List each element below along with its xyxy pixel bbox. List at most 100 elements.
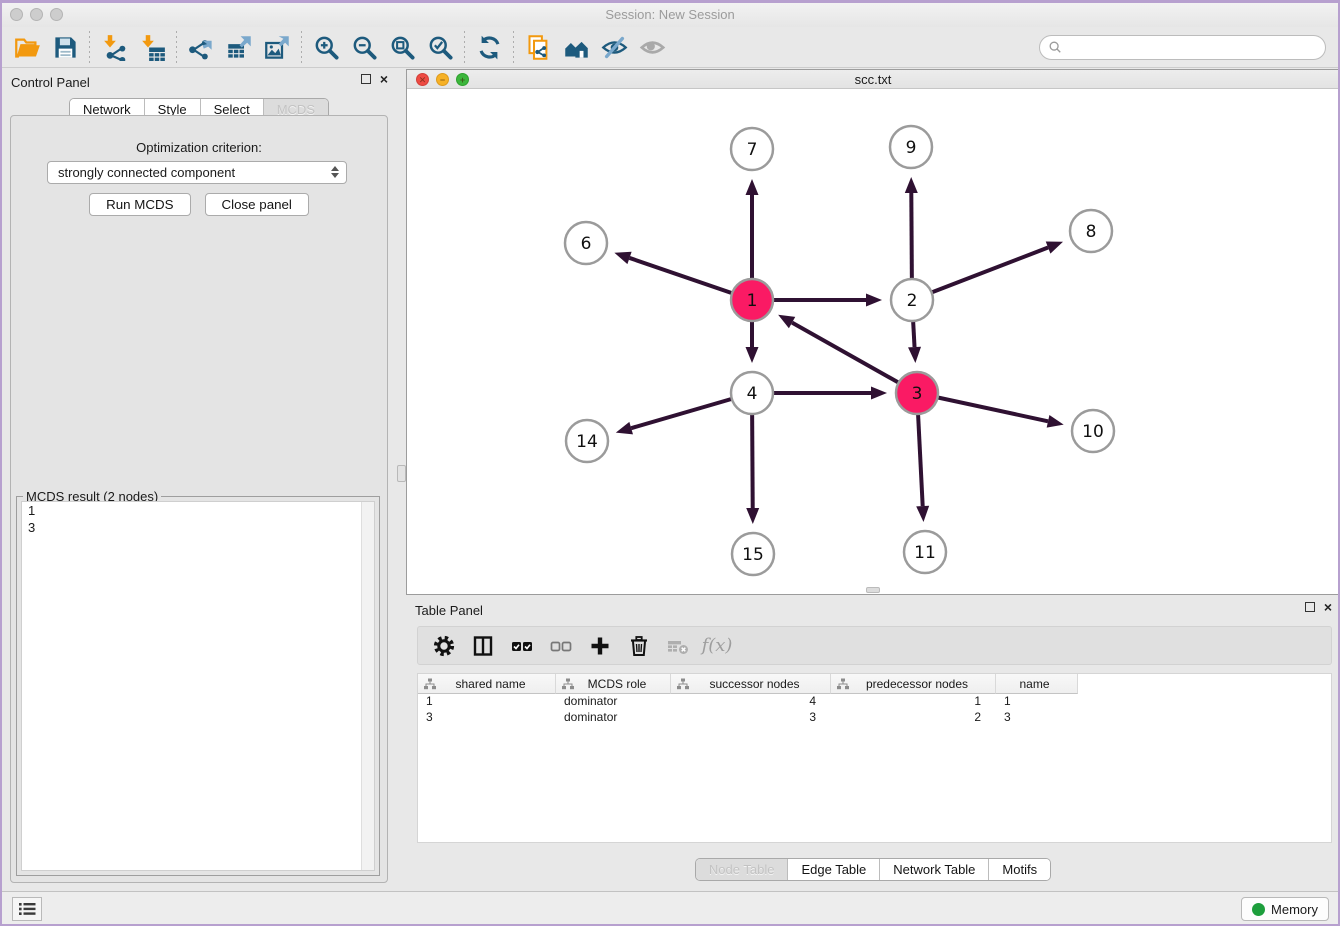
function-builder-button[interactable]: f(x) (705, 634, 729, 658)
import-network-button[interactable] (95, 29, 133, 65)
toolbar-separator (513, 31, 514, 63)
graph-node-7[interactable]: 7 (731, 128, 773, 170)
export-image-button[interactable] (258, 29, 296, 65)
optimization-criterion-label: Optimization criterion: (11, 140, 387, 155)
arrowhead-icon (746, 179, 759, 195)
network-window-titlebar[interactable]: ✕ − + scc.txt (407, 70, 1339, 89)
table-settings-button[interactable] (432, 634, 456, 658)
tab-motifs[interactable]: Motifs (988, 859, 1050, 880)
memory-button[interactable]: Memory (1241, 897, 1329, 921)
graph-node-label: 2 (907, 291, 918, 311)
tab-node-table[interactable]: Node Table (696, 859, 788, 880)
select-all-columns-button[interactable] (510, 634, 534, 658)
mcds-result-item[interactable]: 3 (22, 519, 374, 536)
graph-node-10[interactable]: 10 (1072, 410, 1114, 452)
import-table-button[interactable] (133, 29, 171, 65)
graph-node-6[interactable]: 6 (565, 222, 607, 264)
graph-edge-3-1[interactable] (778, 315, 917, 393)
zoom-in-icon (313, 34, 340, 61)
zoom-in-button[interactable] (307, 29, 345, 65)
home-icon (563, 34, 590, 61)
toolbar-separator (464, 31, 465, 63)
graph-node-4[interactable]: 4 (731, 372, 773, 414)
close-panel-icon[interactable]: × (1324, 602, 1332, 612)
search-input[interactable] (1062, 40, 1317, 54)
vertical-splitter-handle[interactable] (397, 465, 406, 482)
hide-selected-button[interactable] (595, 29, 633, 65)
graph-node-label: 14 (576, 432, 598, 452)
table-row[interactable]: 3 dominator 3 2 3 (418, 710, 1331, 726)
first-neighbors-button[interactable] (557, 29, 595, 65)
unselect-all-columns-button[interactable] (549, 634, 573, 658)
graph-node-label: 3 (912, 384, 923, 404)
task-history-button[interactable] (12, 897, 42, 921)
delete-columns-button[interactable] (627, 634, 651, 658)
network-window-title: scc.txt (407, 72, 1339, 87)
search-icon (1048, 40, 1062, 54)
close-panel-icon[interactable]: × (380, 74, 388, 84)
graph-edge-3-10[interactable] (917, 393, 1064, 428)
graph-node-label: 6 (581, 234, 592, 254)
mcds-result-item[interactable]: 1 (22, 502, 374, 519)
save-icon (52, 34, 79, 61)
close-panel-button[interactable]: Close panel (205, 193, 309, 216)
add-column-button[interactable] (588, 634, 612, 658)
export-network-button[interactable] (182, 29, 220, 65)
cell-mcds-role: dominator (556, 710, 671, 726)
hierarchy-icon (424, 678, 436, 690)
graph-node-8[interactable]: 8 (1070, 210, 1112, 252)
open-file-button[interactable] (8, 29, 46, 65)
horizontal-splitter-handle[interactable] (866, 587, 880, 593)
cell-shared-name: 1 (418, 694, 556, 710)
column-header-successor-nodes[interactable]: successor nodes (671, 674, 831, 694)
arrowhead-icon (1046, 241, 1063, 253)
float-panel-icon[interactable] (1305, 602, 1315, 612)
zoom-selected-icon (427, 34, 454, 61)
column-header-name[interactable]: name (996, 674, 1078, 694)
network-graph[interactable]: 7 9 6 8 1 2 4 3 14 10 15 11 (407, 89, 1339, 594)
graph-node-label: 4 (747, 384, 758, 404)
title-bar: Session: New Session (2, 3, 1338, 27)
graph-node-label: 10 (1082, 422, 1104, 442)
scrollbar-track[interactable] (361, 502, 374, 870)
export-table-button[interactable] (220, 29, 258, 65)
cell-name: 1 (996, 694, 1078, 710)
graph-node-3[interactable]: 3 (896, 372, 938, 414)
float-panel-icon[interactable] (361, 74, 371, 84)
tab-network-table[interactable]: Network Table (879, 859, 988, 880)
zoom-selected-button[interactable] (421, 29, 459, 65)
zoom-out-button[interactable] (345, 29, 383, 65)
save-session-button[interactable] (46, 29, 84, 65)
arrowhead-icon (908, 347, 921, 363)
graph-node-15[interactable]: 15 (732, 533, 774, 575)
refresh-view-button[interactable] (470, 29, 508, 65)
zoom-fit-button[interactable] (383, 29, 421, 65)
mcds-result-group: MCDS result (2 nodes) 1 3 (16, 496, 380, 876)
mcds-result-list[interactable]: 1 3 (21, 501, 375, 871)
graph-node-1[interactable]: 1 (731, 279, 773, 321)
run-mcds-button[interactable]: Run MCDS (89, 193, 190, 216)
graph-node-9[interactable]: 9 (890, 126, 932, 168)
column-manager-button[interactable] (471, 634, 495, 658)
copy-network-button[interactable] (519, 29, 557, 65)
dropdown-stepper-icon (331, 166, 339, 178)
column-header-predecessor-nodes[interactable]: predecessor nodes (831, 674, 996, 694)
criterion-dropdown[interactable]: strongly connected component (47, 161, 347, 184)
graph-edge-2-8[interactable] (912, 241, 1063, 300)
show-graphics-details-button[interactable] (633, 29, 671, 65)
graph-node-2[interactable]: 2 (891, 279, 933, 321)
column-header-mcds-role[interactable]: MCDS role (556, 674, 671, 694)
tab-edge-table[interactable]: Edge Table (787, 859, 879, 880)
network-canvas[interactable]: 7 9 6 8 1 2 4 3 14 10 15 11 (407, 89, 1339, 594)
cell-predecessor-nodes: 1 (831, 694, 996, 710)
table-row[interactable]: 1 dominator 4 1 1 (418, 694, 1331, 710)
graph-node-14[interactable]: 14 (566, 420, 608, 462)
checked-boxes-icon (510, 634, 534, 658)
delete-table-button[interactable] (666, 634, 690, 658)
column-header-shared-name[interactable]: shared name (418, 674, 556, 694)
arrowhead-icon (871, 387, 887, 400)
search-field[interactable] (1039, 35, 1326, 60)
graph-node-label: 15 (742, 545, 764, 565)
graph-node-label: 1 (747, 291, 758, 311)
graph-node-11[interactable]: 11 (904, 531, 946, 573)
